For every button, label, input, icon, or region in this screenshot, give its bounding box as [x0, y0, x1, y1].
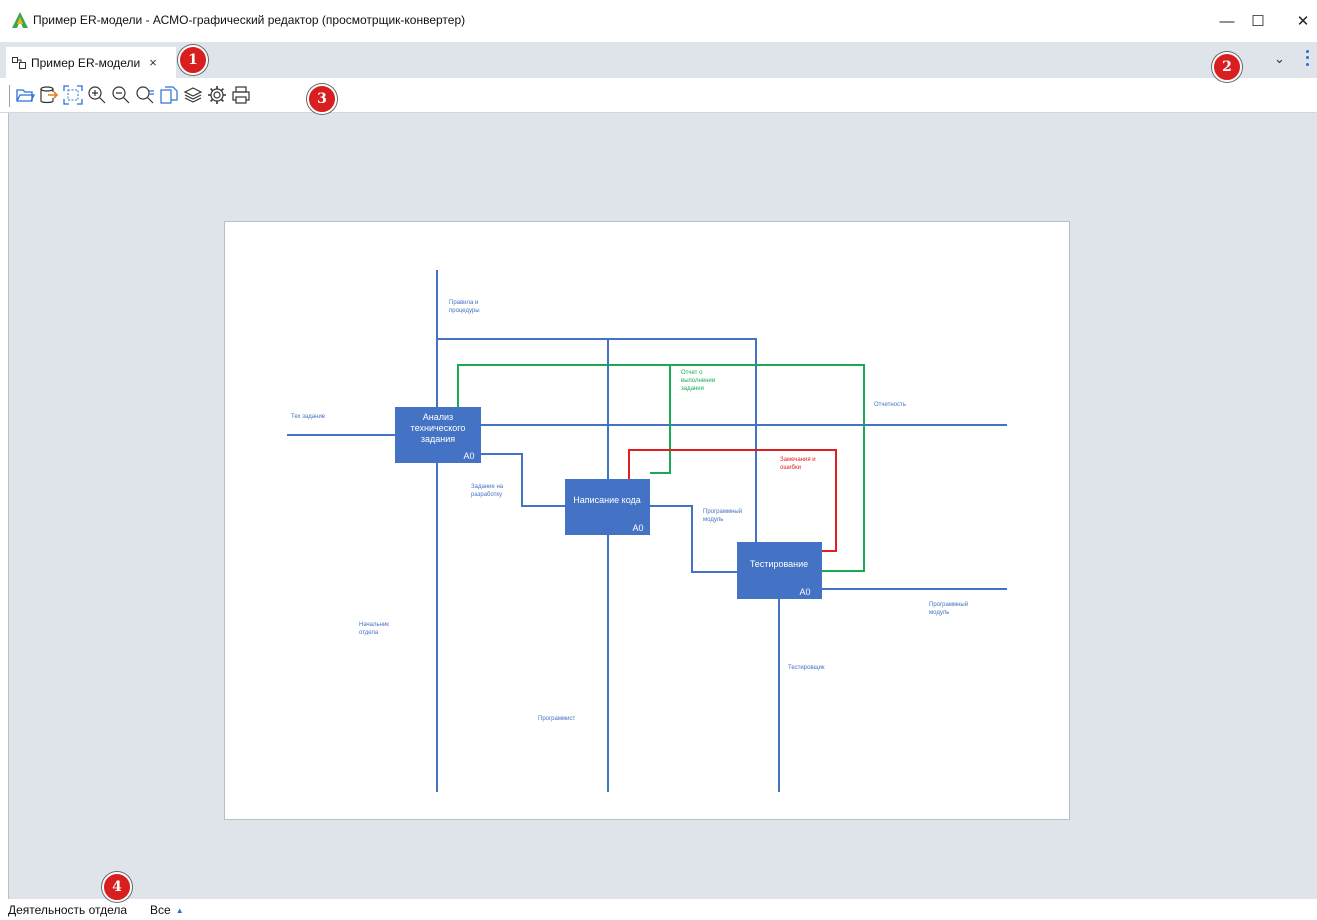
label-prog-module-2: Программный модуль	[929, 601, 968, 616]
fit-page-icon[interactable]	[62, 84, 84, 106]
box-title-line: задания	[421, 434, 455, 444]
box-title-line: Анализ	[423, 412, 453, 422]
label-prog-module-1: Программный модуль	[703, 508, 742, 523]
label-tz: Тех задание	[291, 414, 326, 420]
box-coding[interactable]: Написание кода A0	[565, 479, 650, 535]
label-line: Замечания и	[780, 457, 816, 463]
label-report-done: Отчет о выполнении задания	[681, 370, 715, 392]
diagram-line	[481, 453, 565, 507]
sheet-filter-select[interactable]: Все ▲	[146, 900, 184, 920]
diagram-line	[650, 365, 671, 474]
label-line: ошибки	[780, 465, 801, 471]
label-programmer: Программист	[538, 716, 575, 722]
box-analysis[interactable]: Анализ технического задания A0	[395, 407, 481, 463]
tab-list-chevron-icon[interactable]: ⌄	[1274, 51, 1285, 67]
label-line: Правила и	[449, 300, 478, 306]
label-line: Программный	[703, 508, 742, 515]
label-line: разработку	[471, 492, 502, 498]
annotation-marker-1: 1	[178, 45, 208, 75]
label-line: модуль	[703, 517, 723, 523]
settings-icon[interactable]	[206, 84, 228, 106]
diagram-line	[457, 364, 865, 572]
box-code: A0	[632, 523, 643, 533]
open-folder-icon[interactable]	[14, 84, 36, 106]
label-remarks: Замечания и ошибки	[780, 457, 816, 471]
annotation-marker-3: 3	[307, 84, 337, 114]
maximize-button[interactable]: ☐	[1243, 8, 1273, 34]
zoom-out-icon[interactable]	[110, 84, 132, 106]
label-line: Задание на	[471, 484, 504, 490]
label-head: Начальник отдела	[359, 622, 389, 636]
zoom-in-icon[interactable]	[86, 84, 108, 106]
print-icon[interactable]	[230, 84, 252, 106]
diagram-tab-icon	[12, 56, 26, 69]
layers-icon[interactable]	[182, 84, 204, 106]
export-db-icon[interactable]	[38, 84, 60, 106]
label-line: выполнении	[681, 378, 715, 384]
box-code: A0	[799, 587, 810, 597]
tab-document[interactable]: Пример ER-модели ×	[6, 47, 176, 78]
diagram-canvas[interactable]: Анализ технического задания A0 Написание к…	[224, 221, 1070, 820]
box-testing[interactable]: Тестирование A0	[737, 542, 822, 599]
sheet-tab-activity[interactable]: Деятельность отдела	[5, 900, 145, 920]
window-title: Пример ER-модели - АСМО-графический реда…	[33, 13, 466, 27]
idef0-diagram: Анализ технического задания A0 Написание к…	[287, 270, 1007, 792]
annotation-marker-4: 4	[102, 872, 132, 902]
label-line: процедуры	[449, 308, 480, 314]
box-title: Написание кода	[573, 495, 641, 505]
label-rules: Правила и процедуры	[449, 300, 480, 314]
tab-document-label: Пример ER-модели	[31, 55, 141, 70]
label-dev-task: Задание на разработку	[471, 484, 504, 498]
diagram-line	[628, 449, 837, 552]
tab-menu-icon[interactable]	[1301, 48, 1313, 68]
box-code: A0	[463, 451, 474, 461]
bottom-bar	[0, 899, 1317, 920]
tab-close-button[interactable]: ×	[149, 55, 157, 70]
label-reporting: Отчетность	[874, 402, 906, 408]
minimize-button[interactable]: —	[1212, 8, 1242, 34]
zoom-fit-icon[interactable]	[134, 84, 156, 106]
diagram-line	[650, 505, 737, 573]
label-tester: Тестировщик	[788, 665, 825, 671]
copy-page-icon[interactable]	[158, 84, 180, 106]
label-line: Отчет о	[681, 370, 703, 376]
app-logo-icon	[12, 12, 28, 28]
label-line: Начальник	[359, 622, 389, 628]
box-title-line: технического	[411, 423, 466, 433]
chevron-up-icon: ▲	[175, 905, 184, 915]
box-title: Тестирование	[750, 559, 808, 569]
label-line: задания	[681, 386, 704, 392]
toolbar-separator	[9, 85, 10, 107]
close-window-button[interactable]: ✕	[1288, 8, 1317, 34]
label-line: модуль	[929, 610, 949, 616]
annotation-marker-2: 2	[1212, 52, 1242, 82]
title-bar: Пример ER-модели - АСМО-графический реда…	[0, 0, 1317, 42]
label-line: отдела	[359, 630, 379, 636]
sheet-filter-value: Все	[150, 903, 171, 917]
label-line: Программный	[929, 601, 968, 608]
